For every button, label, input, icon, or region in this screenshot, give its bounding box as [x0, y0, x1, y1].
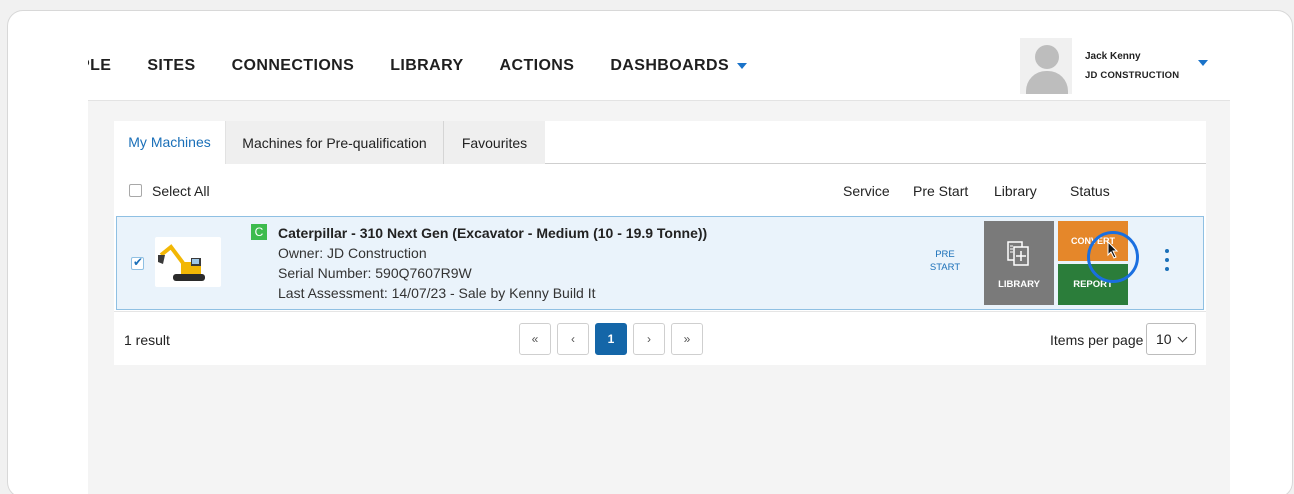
row-checkbox[interactable]: ✔	[131, 255, 144, 270]
items-per-page-label: Items per page	[1050, 332, 1144, 348]
checkmark-icon: ✔	[133, 255, 144, 269]
mouse-pointer-icon	[1107, 241, 1119, 259]
items-per-page-value: 10	[1156, 331, 1172, 347]
column-header-status: Status	[1070, 183, 1110, 199]
pre-start-line-1: PRE	[935, 249, 955, 260]
nav-item-actions[interactable]: ACTIONS	[500, 57, 575, 75]
pagination-prev-button[interactable]: ‹	[557, 323, 589, 355]
column-header-library: Library	[994, 183, 1037, 199]
pre-start-line-2: START	[929, 262, 961, 273]
nav-item-dashboards-label: DASHBOARDS	[610, 57, 730, 74]
more-options-icon[interactable]	[1162, 249, 1172, 279]
pagination-next-button[interactable]: ›	[633, 323, 665, 355]
pagination: « ‹ 1 › »	[519, 323, 709, 355]
main-nav: PLE SITES CONNECTIONS LIBRARY ACTIONS DA…	[88, 31, 783, 101]
nav-item-dashboards[interactable]: DASHBOARDS	[610, 57, 748, 75]
items-per-page-select[interactable]: 10	[1146, 323, 1196, 355]
avatar	[1020, 38, 1072, 94]
pre-start-link[interactable]: PRE START	[922, 248, 968, 274]
user-info: Jack Kenny JD CONSTRUCTION	[1085, 51, 1179, 81]
result-count: 1 result	[124, 332, 170, 348]
column-header-pre-start: Pre Start	[913, 183, 969, 199]
avatar-body-shape	[1026, 71, 1068, 94]
tab-bar: My Machines Machines for Pre-qualificati…	[114, 121, 1206, 164]
table-header: Select All Service Pre Start Library Sta…	[114, 165, 1206, 215]
table-row[interactable]: ✔ C Caterpillar - 310 Next Gen (Excavato…	[116, 216, 1204, 310]
caret-down-icon	[737, 62, 748, 69]
top-navigation-bar: PLE SITES CONNECTIONS LIBRARY ACTIONS DA…	[88, 31, 1230, 101]
nav-item-connections[interactable]: CONNECTIONS	[232, 57, 355, 75]
machine-thumbnail	[155, 237, 221, 287]
tab-machines-for-prequalification[interactable]: Machines for Pre-qualification	[225, 121, 444, 164]
nav-item-sites[interactable]: SITES	[147, 57, 195, 75]
category-badge: C	[251, 224, 267, 240]
tab-favourites[interactable]: Favourites	[444, 121, 545, 164]
chevron-down-icon	[1177, 332, 1188, 343]
pagination-first-button[interactable]: «	[519, 323, 551, 355]
select-all-checkbox[interactable]	[129, 184, 142, 197]
table-footer: 1 result « ‹ 1 › » Items per page 10	[114, 311, 1206, 365]
machine-last-assessment: Last Assessment: 14/07/23 - Sale by Kenn…	[278, 285, 596, 301]
avatar-head-shape	[1035, 45, 1059, 69]
report-button[interactable]: REPORT	[1058, 264, 1128, 305]
user-company: JD CONSTRUCTION	[1085, 70, 1180, 81]
machine-owner: Owner: JD Construction	[278, 245, 427, 261]
pagination-last-button[interactable]: »	[671, 323, 703, 355]
user-menu-caret-icon[interactable]	[1198, 60, 1208, 66]
select-all-label: Select All	[152, 183, 210, 199]
machines-panel: My Machines Machines for Pre-qualificati…	[114, 121, 1206, 365]
app-window: PLE SITES CONNECTIONS LIBRARY ACTIONS DA…	[88, 31, 1230, 494]
screenshot-frame: PLE SITES CONNECTIONS LIBRARY ACTIONS DA…	[7, 10, 1293, 494]
user-name: Jack Kenny	[1085, 51, 1141, 62]
library-button[interactable]: LIBRARY	[984, 221, 1054, 305]
user-menu[interactable]: Jack Kenny JD CONSTRUCTION	[1020, 31, 1230, 101]
nav-item-people[interactable]: PLE	[88, 57, 111, 75]
library-button-label: LIBRARY	[998, 279, 1040, 290]
machine-title[interactable]: Caterpillar - 310 Next Gen (Excavator - …	[278, 225, 707, 241]
machine-serial: Serial Number: 590Q7607R9W	[278, 265, 472, 281]
tab-my-machines[interactable]: My Machines	[114, 121, 225, 164]
pagination-page-1[interactable]: 1	[595, 323, 627, 355]
nav-item-library[interactable]: LIBRARY	[390, 57, 463, 75]
library-add-icon	[1007, 241, 1029, 266]
column-header-service: Service	[843, 183, 890, 199]
excavator-icon	[158, 244, 205, 281]
